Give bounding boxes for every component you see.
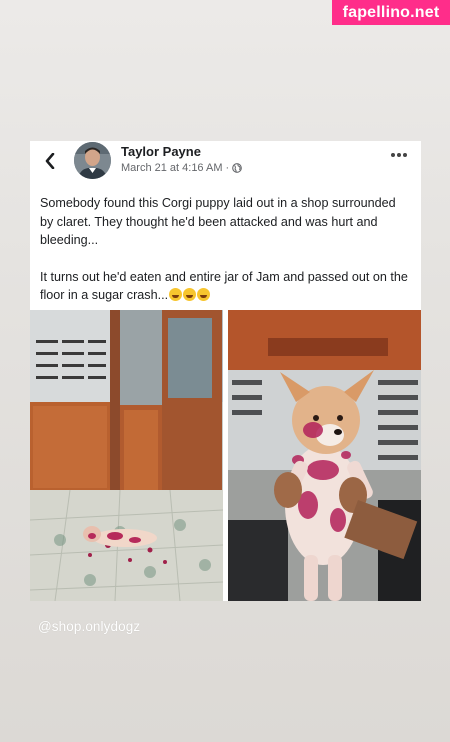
laughing-tears-emoji	[169, 288, 183, 301]
photo-shop-floor[interactable]	[30, 310, 224, 601]
post-timestamp[interactable]: March 21 at 4:16 AM	[121, 162, 223, 174]
chevron-left-icon	[45, 153, 55, 169]
avatar[interactable]	[74, 142, 111, 179]
more-options-button[interactable]	[391, 153, 407, 157]
laughing-tears-emoji	[183, 288, 197, 301]
post-body: Somebody found this Corgi puppy laid out…	[40, 194, 412, 323]
watermark-text: fapellino.net	[342, 3, 440, 21]
dot	[403, 153, 407, 157]
story-caption[interactable]: @shop.onlydogz	[38, 619, 140, 634]
watermark-badge: fapellino.net	[332, 0, 450, 25]
post-paragraph-1: Somebody found this Corgi puppy laid out…	[40, 196, 396, 247]
author-name[interactable]: Taylor Payne	[121, 144, 201, 159]
post-header: Taylor Payne March 21 at 4:16 AM ·	[30, 141, 421, 183]
photo-puppy-held[interactable]	[228, 310, 421, 601]
post-meta: March 21 at 4:16 AM ·	[121, 162, 243, 174]
facebook-post-card: Taylor Payne March 21 at 4:16 AM · Someb…	[30, 141, 421, 601]
back-button[interactable]	[43, 150, 57, 172]
meta-separator: ·	[225, 162, 230, 174]
post-paragraph-2: It turns out he'd eaten and entire jar o…	[40, 268, 412, 305]
post-paragraph-2-text: It turns out he'd eaten and entire jar o…	[40, 269, 408, 303]
globe-icon	[232, 163, 243, 173]
laughing-tears-emoji	[197, 288, 211, 301]
dot	[397, 153, 401, 157]
dot	[391, 153, 395, 157]
